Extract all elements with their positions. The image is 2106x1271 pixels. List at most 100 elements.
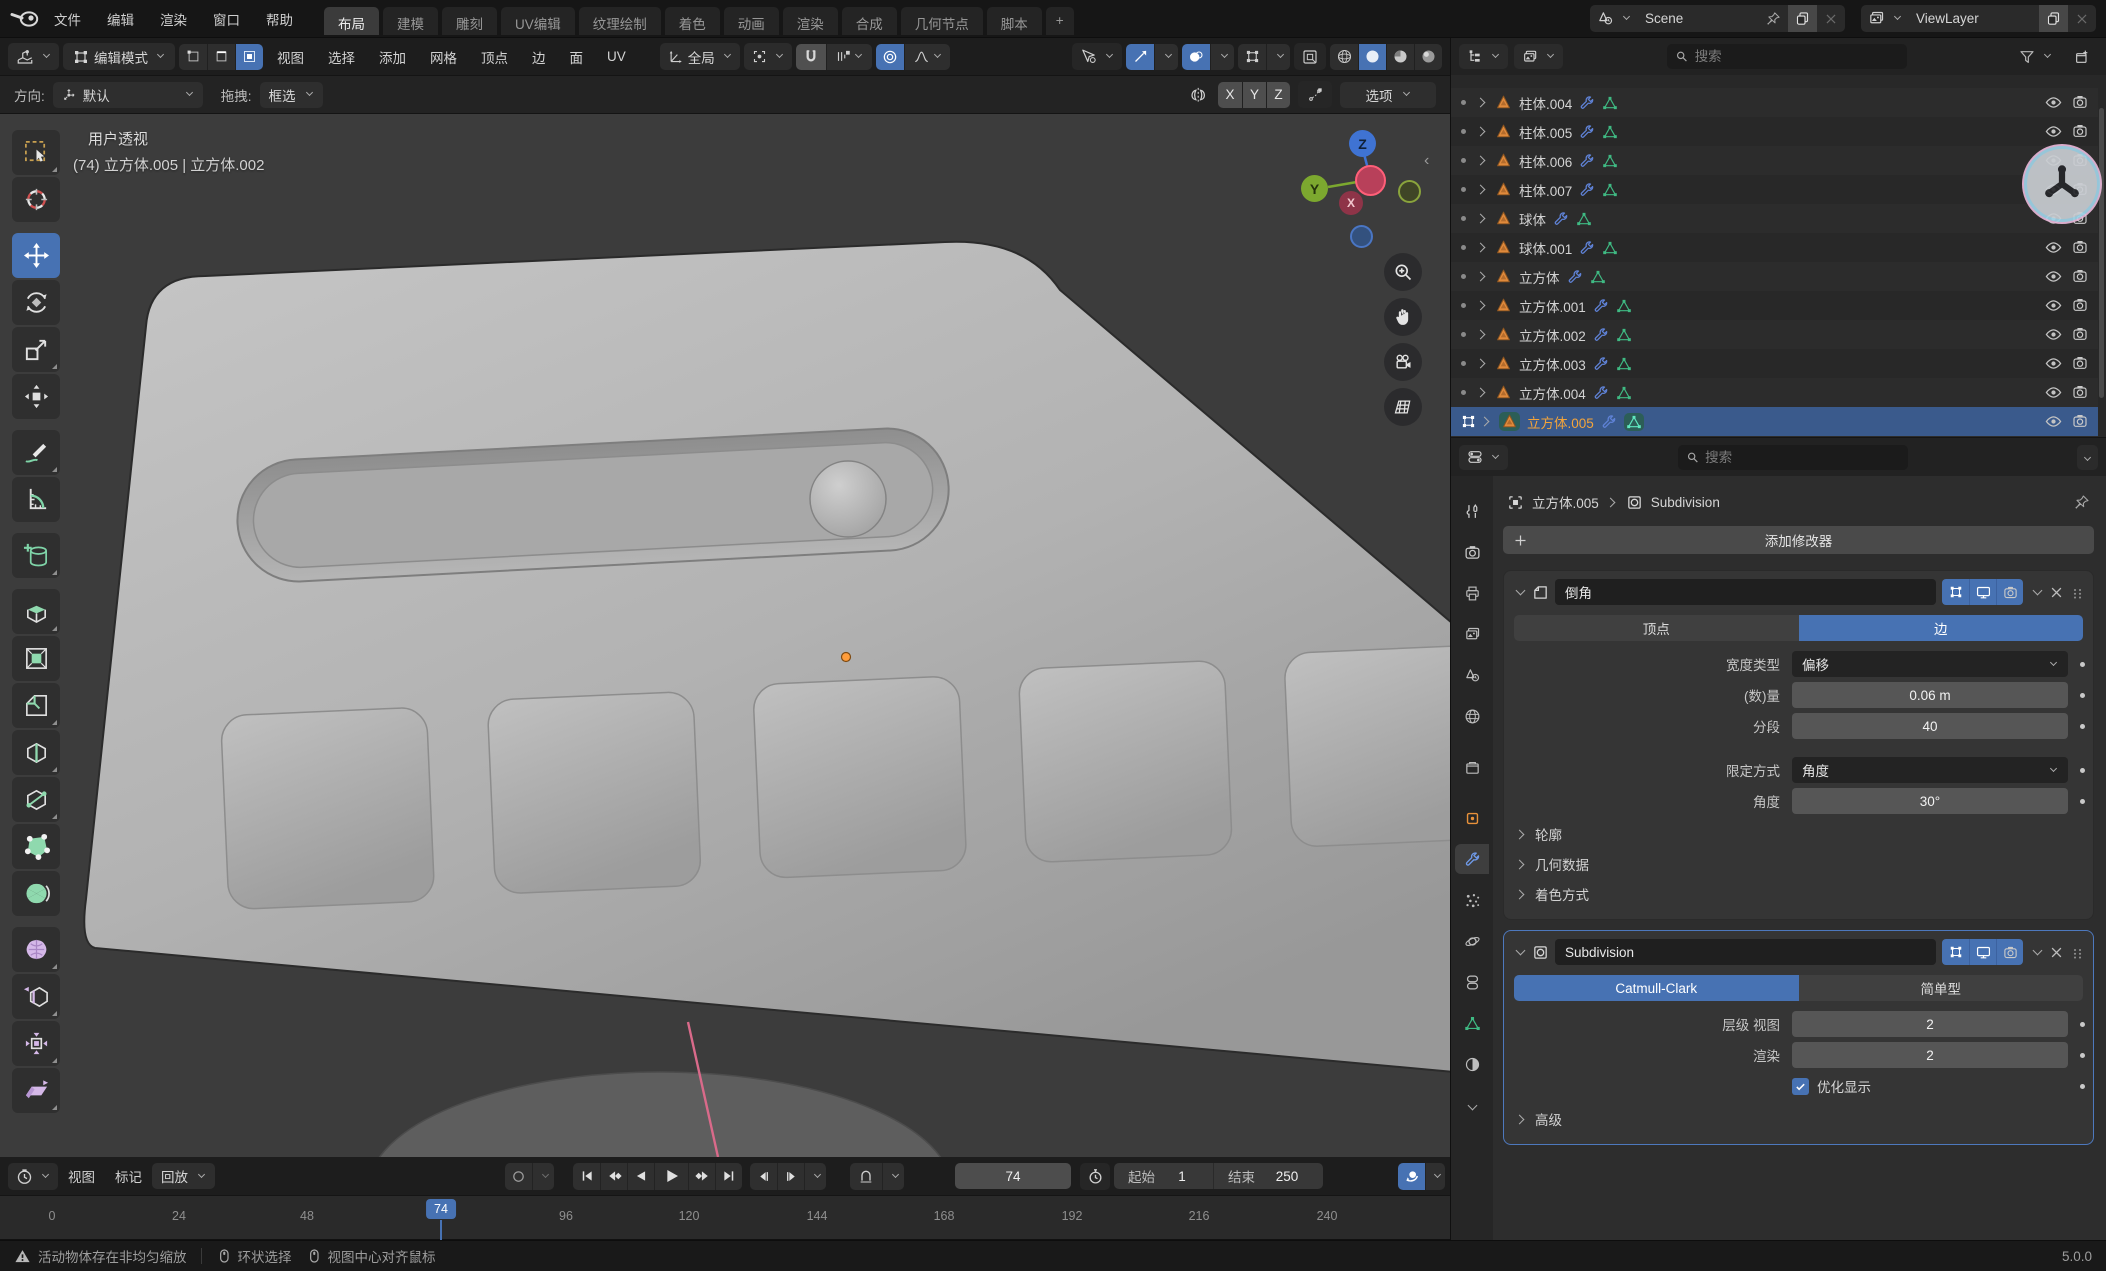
playback-sync-button[interactable] [1398,1163,1425,1190]
proportional-editing-toggle[interactable] [876,44,904,70]
expand-icon[interactable] [1476,330,1486,340]
subdivision-name-field[interactable]: Subdivision [1555,939,1936,965]
properties-search[interactable] [1678,445,1908,470]
modifier-wrench-icon[interactable] [1593,385,1609,401]
snap-toggle[interactable] [796,44,826,70]
pin-icon[interactable] [2074,494,2090,510]
camera-view-button[interactable] [1384,343,1422,381]
expand-icon[interactable] [1476,359,1486,369]
tab-texture-paint[interactable]: 纹理绘制 [579,7,661,35]
mesh-data-icon[interactable] [1602,124,1618,140]
nav-tab-tool[interactable] [1455,496,1489,526]
play-button[interactable] [654,1163,688,1190]
tool-add-primitive[interactable] [12,533,60,578]
gizmo-axis-z-negative[interactable] [1350,225,1373,248]
step-forward-button[interactable] [777,1163,804,1190]
modifier-wrench-icon[interactable] [1579,95,1595,111]
hide-eye-icon[interactable] [2045,268,2062,285]
gizmo-axis-y[interactable]: Y [1301,175,1328,202]
timeline-editor-type-button[interactable] [8,1163,58,1190]
outliner-row[interactable]: 球体.001 [1451,233,2098,262]
expand-icon[interactable] [1476,388,1486,398]
outliner-scrollbar[interactable] [2099,108,2104,398]
preview-range-dropdown[interactable] [882,1163,904,1190]
step-back-button[interactable] [750,1163,777,1190]
bevel-render-toggle[interactable] [1996,579,2023,605]
animate-dot[interactable] [2080,693,2085,698]
properties-search-input[interactable] [1705,450,1899,465]
tool-spin[interactable] [12,871,60,916]
subdivision-render-toggle[interactable] [1996,939,2023,965]
menu-help[interactable]: 帮助 [254,4,305,34]
tool-annotate[interactable] [12,430,60,475]
animate-dot[interactable] [2080,1053,2085,1058]
properties-editor-type-button[interactable] [1459,445,1508,470]
playback-menu[interactable]: 回放 [152,1163,215,1189]
outliner-editor-type-button[interactable] [1459,44,1508,69]
outliner-row[interactable]: 柱体.006 [1451,146,2098,175]
bevel-name-field[interactable]: 倒角 [1555,579,1936,605]
pin-icon[interactable] [1766,11,1781,26]
new-scene-button[interactable] [1788,5,1817,32]
tool-shrink-fatten[interactable] [12,1021,60,1066]
tab-shading[interactable]: 着色 [665,7,720,35]
outliner-row[interactable]: 立方体.004 [1451,378,2098,407]
current-frame-field[interactable]: 74 [955,1163,1071,1189]
mirror-icon[interactable] [1188,86,1210,104]
tool-transform[interactable] [12,374,60,419]
nav-strip-more[interactable] [1455,1090,1489,1120]
menu-file[interactable]: 文件 [42,4,93,34]
bevel-realtime-toggle[interactable] [1969,579,1996,605]
mesh-data-icon[interactable] [1616,356,1632,372]
menu-window[interactable]: 窗口 [201,4,252,34]
play-reverse-button[interactable] [627,1163,654,1190]
animate-dot[interactable] [2080,1084,2085,1089]
render-visibility-icon[interactable] [2072,297,2088,313]
add-modifier-button[interactable]: 添加修改器 [1503,526,2094,554]
mode-dropdown[interactable]: 编辑模式 [63,43,175,70]
drag-mode-dropdown[interactable]: 框选 [260,82,323,108]
nav-tab-world[interactable] [1455,701,1489,731]
viewport-3d[interactable]: 用户透视 (74) 立方体.005 | 立方体.002 ‹ [0,114,1450,1157]
outliner-row[interactable]: 立方体 [1451,262,2098,291]
subdivision-editmode-toggle[interactable] [1942,939,1969,965]
hide-eye-icon[interactable] [2045,384,2062,401]
gizmo-axis-x-positive[interactable] [1355,165,1386,196]
gizmo-axis-z[interactable]: Z [1349,130,1376,157]
gizmo-dropdown[interactable] [1154,44,1178,70]
snap-target-dropdown[interactable] [826,44,872,70]
limit-method-dropdown[interactable]: 角度 [1792,757,2068,783]
menu-edge[interactable]: 边 [522,43,556,70]
mesh-data-icon[interactable] [1590,269,1606,285]
outliner-row-selected[interactable]: 立方体.005 [1451,407,2098,436]
menu-mesh[interactable]: 网格 [420,43,467,70]
modifier-wrench-icon[interactable] [1579,124,1595,140]
nav-tab-output[interactable] [1455,578,1489,608]
drag-handle-icon[interactable] [2070,585,2085,600]
render-visibility-icon[interactable] [2072,413,2088,429]
tool-knife[interactable] [12,777,60,822]
outliner-filter-button[interactable] [2011,44,2060,69]
menu-face[interactable]: 面 [560,43,594,70]
gizmo-axis-x[interactable]: X [1339,191,1363,215]
amount-slider[interactable]: 0.06 m [1792,682,2068,708]
modifier-wrench-icon[interactable] [1579,182,1595,198]
viewlayer-name[interactable]: ViewLayer [1916,11,1979,26]
shading-solid-button[interactable] [1358,44,1386,70]
breadcrumb-object[interactable]: 立方体.005 [1532,492,1599,512]
segments-slider[interactable]: 40 [1792,713,2068,739]
section-geometry[interactable]: 几何数据 [1512,849,2085,879]
section-advanced[interactable]: 高级 [1512,1104,2085,1134]
nav-tab-material[interactable] [1455,1049,1489,1079]
tool-inset-faces[interactable] [12,636,60,681]
nav-tab-modifiers[interactable] [1455,844,1489,874]
stopwatch-button[interactable] [1080,1163,1110,1190]
render-visibility-icon[interactable] [2072,94,2088,110]
nav-tab-particles[interactable] [1455,885,1489,915]
outliner-row[interactable]: 立方体.001 [1451,291,2098,320]
render-visibility-icon[interactable] [2072,326,2088,342]
optimal-display-checkbox[interactable] [1792,1078,1809,1095]
nav-tab-physics[interactable] [1455,926,1489,956]
expand-icon[interactable] [1480,417,1490,427]
timeline-menu-view[interactable]: 视图 [58,1163,105,1190]
